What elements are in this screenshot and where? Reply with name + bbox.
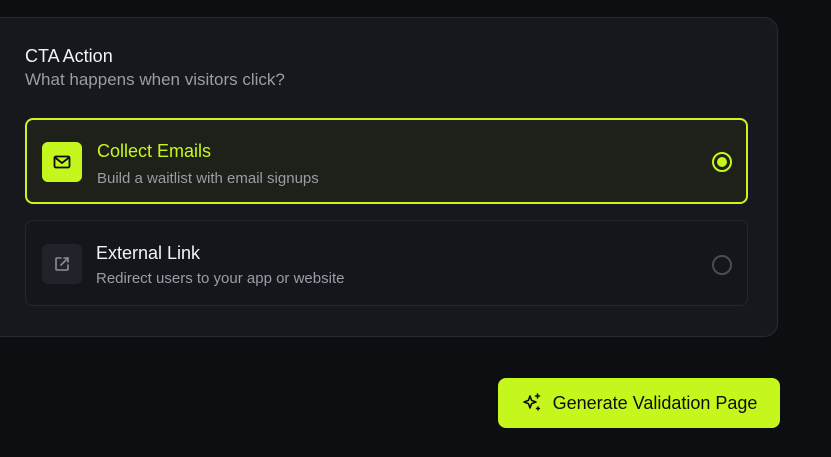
generate-validation-page-button[interactable]: Generate Validation Page — [498, 378, 780, 428]
option-description: Redirect users to your app or website — [96, 270, 345, 287]
generate-button-label: Generate Validation Page — [552, 392, 758, 413]
option-title: Collect Emails — [97, 141, 212, 161]
option-collect-emails[interactable]: Collect Emails Build a waitlist with ema… — [25, 118, 748, 204]
option-description: Build a waitlist with email signups — [97, 170, 319, 187]
section-title: CTA Action — [25, 46, 113, 66]
section-subtitle: What happens when visitors click? — [25, 70, 285, 89]
external-link-icon — [42, 244, 82, 284]
mail-icon — [42, 142, 82, 182]
option-external-link[interactable]: External Link Redirect users to your app… — [25, 220, 748, 306]
radio-unselected[interactable] — [712, 255, 732, 275]
option-title: External Link — [96, 243, 201, 263]
radio-selected[interactable] — [712, 152, 732, 172]
sparkles-icon — [521, 392, 543, 414]
